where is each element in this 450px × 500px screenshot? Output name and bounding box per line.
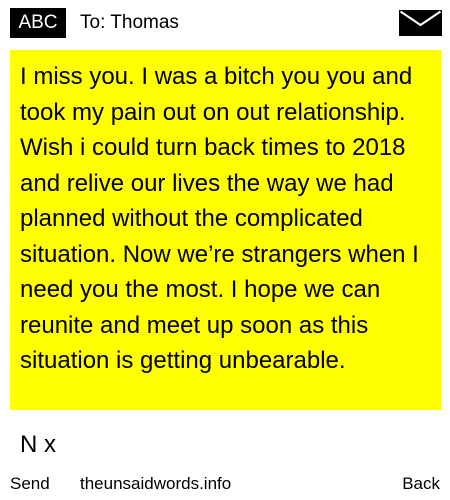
site-link[interactable]: theunsaidwords.info bbox=[80, 473, 231, 495]
back-button[interactable]: Back bbox=[402, 473, 440, 495]
send-button[interactable]: Send bbox=[10, 473, 50, 495]
envelope-icon bbox=[399, 10, 442, 36]
message-header: ABC To: Thomas bbox=[0, 0, 450, 46]
recipient-label: To: Thomas bbox=[80, 12, 179, 33]
message-body-box[interactable]: I miss you. I was a bitch you you and to… bbox=[10, 50, 441, 410]
message-signature: N x bbox=[20, 431, 56, 458]
message-text: I miss you. I was a bitch you you and to… bbox=[20, 63, 419, 374]
input-mode-badge[interactable]: ABC bbox=[10, 8, 66, 38]
